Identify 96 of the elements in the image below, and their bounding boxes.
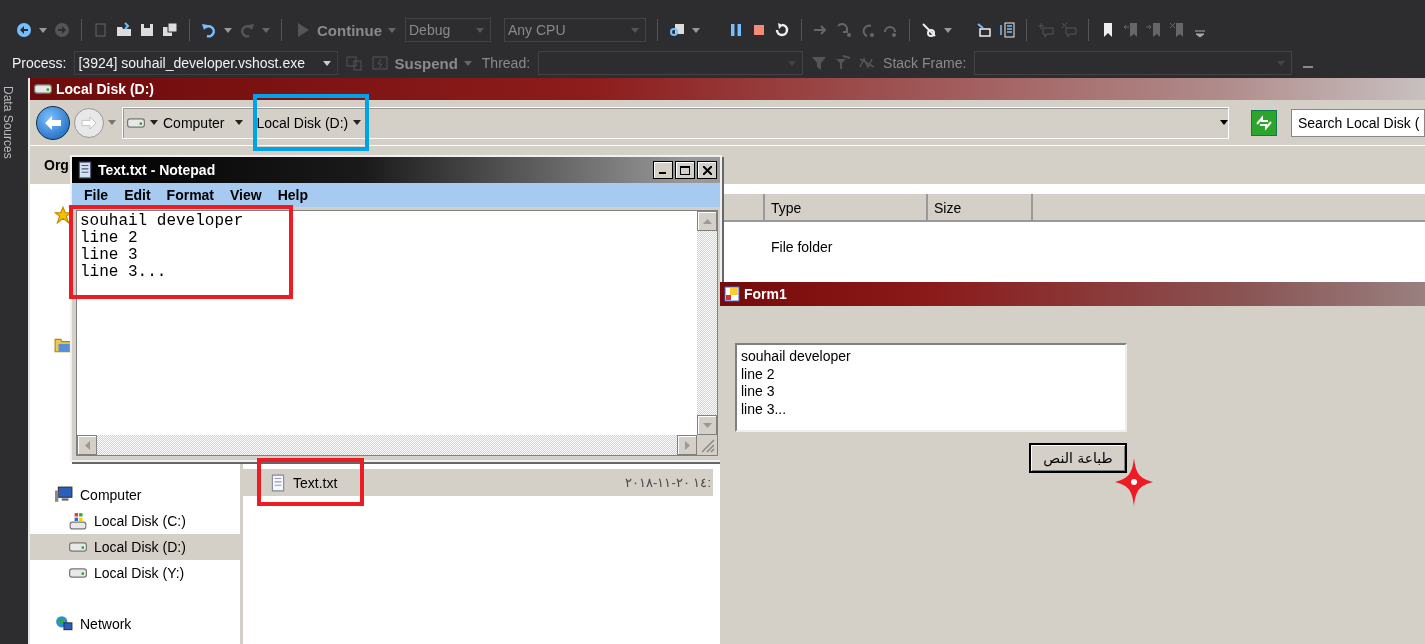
restart-icon[interactable] — [774, 22, 790, 38]
file-name: Text.txt — [293, 474, 338, 491]
horizontal-scrollbar[interactable] — [77, 435, 697, 455]
refresh-arrows-icon — [1255, 114, 1273, 131]
redo-icon[interactable] — [239, 22, 255, 38]
clear-bookmarks-icon[interactable] — [1169, 22, 1185, 38]
scroll-left-icon[interactable] — [84, 440, 90, 450]
menu-item[interactable]: Format — [158, 187, 223, 203]
nav-item[interactable]: Local Disk (C:) — [30, 508, 240, 534]
computer-icon — [54, 486, 74, 504]
stack-frame-label: Stack Frame: — [883, 55, 967, 71]
maximize-button[interactable] — [675, 161, 695, 179]
text-box[interactable]: souhail developer line 2 line 3 line 3... — [735, 343, 1127, 432]
filter-icon[interactable] — [811, 55, 828, 71]
close-button[interactable] — [697, 161, 717, 179]
refresh-button[interactable] — [1251, 109, 1277, 136]
new-item-icon[interactable] — [93, 22, 109, 38]
attach-process-icon[interactable] — [669, 22, 685, 38]
configuration-dropdown[interactable]: Debug — [405, 18, 491, 42]
menu-item[interactable]: Edit — [116, 187, 159, 203]
filter-flag-icon[interactable] — [835, 55, 852, 71]
suspend-button[interactable]: Suspend — [370, 54, 474, 72]
caret-icon[interactable] — [323, 60, 332, 66]
back-button[interactable] — [36, 105, 70, 140]
maximize-icon — [680, 165, 690, 175]
search-field[interactable]: Search Local Disk ( — [1291, 108, 1425, 137]
thread-label: Thread: — [481, 55, 531, 71]
breakpoints-icon[interactable] — [921, 22, 937, 38]
menu-item[interactable]: Help — [269, 187, 317, 203]
column-header[interactable]: Type — [765, 194, 928, 220]
arrow-right-icon — [81, 115, 97, 130]
caret-icon[interactable] — [235, 120, 244, 125]
stop-icon[interactable] — [751, 22, 767, 38]
nav-item[interactable]: Computer — [30, 482, 240, 508]
process-dropdown[interactable]: [3924] souhail_developer.vshost.exe — [74, 51, 339, 75]
scroll-right-icon[interactable] — [684, 440, 690, 450]
sparkle-marker-icon — [1115, 458, 1153, 506]
pause-icon[interactable] — [728, 22, 744, 38]
close-icon — [702, 165, 712, 175]
type-cell-text: File folder — [770, 238, 834, 255]
drive-icon — [69, 542, 87, 552]
network-globe-icon — [54, 615, 74, 633]
text-editor[interactable]: souhail developer line 2 line 3 line 3... — [77, 211, 697, 435]
add-comment-icon[interactable] — [1038, 22, 1054, 38]
call-stack-icon[interactable] — [999, 22, 1015, 38]
scroll-down-icon[interactable] — [702, 422, 712, 428]
form-icon — [724, 286, 740, 302]
locals-window-icon[interactable] — [976, 22, 992, 38]
date-modified: ٢٠١٨-١١-٢٠ ١٤: — [625, 475, 711, 490]
nav-item[interactable]: Local Disk (D:) — [30, 534, 240, 560]
window-title: Form1 — [720, 282, 1425, 306]
remove-comment-icon[interactable] — [1061, 22, 1077, 38]
drive-icon — [34, 84, 52, 94]
caret-icon[interactable] — [1220, 120, 1228, 125]
continue-button[interactable]: Continue — [293, 21, 398, 39]
vertical-scrollbar[interactable] — [697, 211, 717, 435]
star-icon — [54, 206, 72, 224]
breadcrumb-item[interactable]: Local Disk (D:) — [256, 114, 349, 131]
platform-dropdown[interactable]: Any CPU — [504, 18, 646, 42]
previous-bookmark-icon[interactable] — [1123, 22, 1139, 38]
folder-icon — [54, 336, 72, 354]
side-tab[interactable]: Data Sources — [1, 86, 15, 159]
nav-item[interactable]: Network — [30, 611, 240, 637]
notepad-icon — [76, 161, 94, 179]
organize-button[interactable]: Org — [44, 157, 69, 173]
open-folder-icon[interactable] — [116, 22, 132, 38]
address-bar[interactable]: Computer Local Disk (D:) — [122, 106, 1229, 139]
threads-flag-icon[interactable] — [859, 55, 876, 71]
save-icon[interactable] — [139, 22, 155, 38]
drive-icon — [127, 117, 145, 128]
menu-item[interactable]: View — [222, 187, 270, 203]
step-into-icon[interactable] — [836, 22, 852, 38]
threads-icon[interactable] — [346, 55, 363, 71]
caret-icon[interactable] — [353, 120, 362, 125]
minimize-button[interactable] — [653, 161, 673, 179]
back-icon[interactable] — [16, 22, 32, 38]
process-label: Process: — [12, 55, 67, 71]
windows-drive-icon — [68, 512, 88, 530]
scroll-up-icon[interactable] — [702, 218, 712, 224]
drive-icon — [69, 568, 87, 578]
text-file-icon — [269, 473, 287, 492]
window-title: Local Disk (D:) — [30, 78, 1425, 100]
forward-icon[interactable] — [54, 22, 70, 38]
print-text-button[interactable]: طباعة النص — [1029, 443, 1127, 473]
arrow-left-icon — [44, 114, 62, 131]
nav-item[interactable]: Local Disk (Y:) — [30, 560, 240, 586]
window-title: Text.txt - Notepad — [72, 157, 720, 183]
suspend-icon — [372, 55, 389, 71]
save-all-icon[interactable] — [162, 22, 178, 38]
column-header[interactable]: Size — [928, 194, 1033, 220]
undo-icon[interactable] — [201, 22, 217, 38]
play-icon — [295, 22, 311, 38]
next-bookmark-icon[interactable] — [1146, 22, 1162, 38]
breadcrumb-item[interactable]: Computer — [163, 114, 225, 131]
menu-item[interactable]: File — [76, 187, 117, 203]
caret-icon[interactable] — [150, 120, 158, 125]
